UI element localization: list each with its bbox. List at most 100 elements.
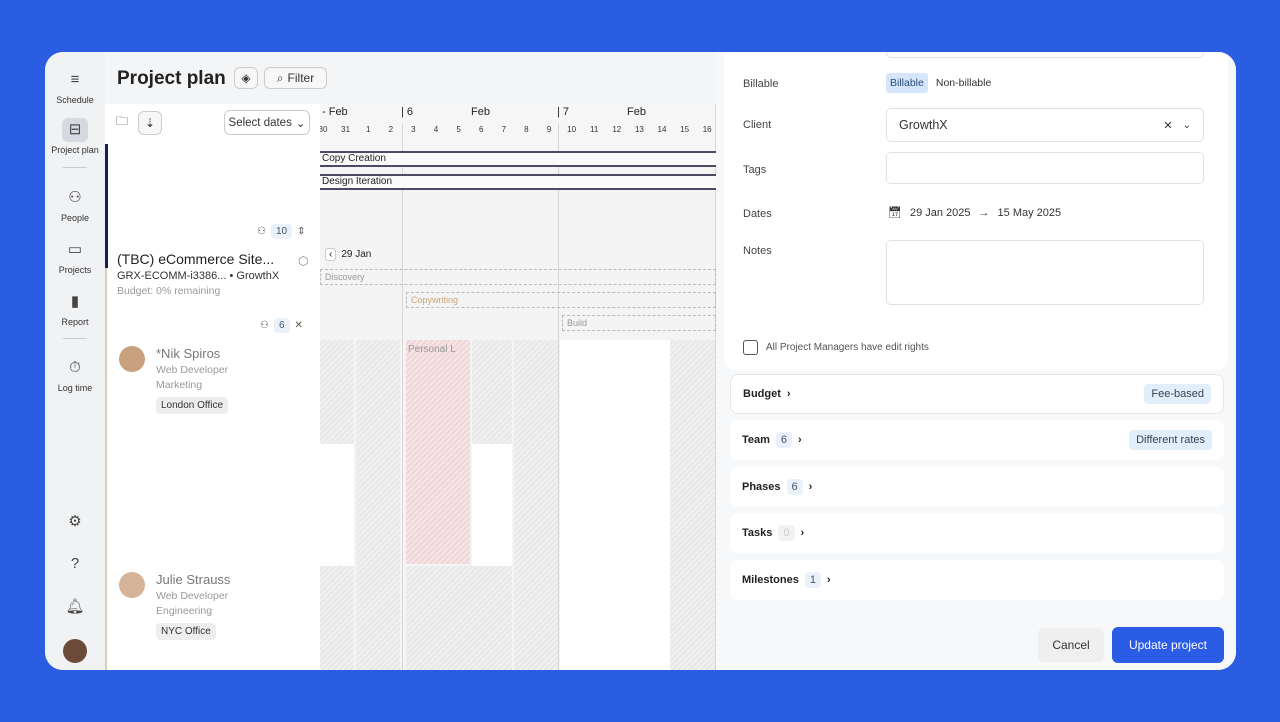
sort-icon: ⇣: [144, 116, 156, 130]
collapse-icon[interactable]: ✕: [295, 320, 303, 331]
day-label: 13: [634, 125, 644, 134]
section-milestones[interactable]: Milestones 1 ›: [730, 560, 1224, 600]
folder-icon: ▭: [67, 241, 83, 258]
day-label: 14: [657, 125, 667, 134]
day-label: 7: [501, 125, 507, 134]
unavailable-block: [356, 340, 400, 670]
week-divider: [402, 124, 403, 670]
update-project-button[interactable]: Update project: [1112, 627, 1224, 663]
sort-button[interactable]: ⇣: [138, 111, 162, 135]
available-block: [320, 444, 354, 566]
unavailable-block: [320, 566, 354, 670]
date-range[interactable]: 📅︎ 29 Jan 2025 → 15 May 2025: [888, 206, 1061, 220]
office-badge: NYC Office: [156, 623, 216, 640]
sidebar-item-log-time[interactable]: ⏱ Log time: [45, 356, 105, 393]
sidebar-item-schedule[interactable]: ≡ Schedule: [45, 68, 105, 105]
section-budget[interactable]: Budget › Fee-based: [730, 374, 1224, 414]
section-phases[interactable]: Phases 6 ›: [730, 467, 1224, 507]
chevron-left-icon[interactable]: ‹: [325, 248, 337, 261]
leave-label: Personal L: [408, 344, 456, 355]
divider: [63, 167, 87, 168]
day-label: 1: [365, 125, 371, 134]
sidebar-item-projects[interactable]: ▭ Projects: [45, 238, 105, 275]
chevron-down-icon[interactable]: ⌄: [1183, 120, 1191, 131]
unavailable-block: [514, 340, 558, 670]
billable-option[interactable]: Billable: [886, 73, 928, 93]
layers-button[interactable]: ◈: [234, 67, 258, 89]
back-to-start[interactable]: ‹ 29 Jan: [325, 248, 371, 261]
divider: [63, 338, 87, 339]
clear-icon[interactable]: ✕: [1163, 119, 1172, 132]
group-member-count[interactable]: ⚇ 10 ⇕: [257, 224, 305, 239]
unavailable-block: [320, 340, 354, 444]
phase-bar[interactable]: Build: [562, 315, 716, 331]
section-team[interactable]: Team 6 › Different rates: [730, 420, 1224, 460]
project-name[interactable]: (TBC) eCommerce Site...: [117, 251, 274, 267]
page-title: Project plan: [117, 68, 226, 89]
chevron-right-icon: ›: [786, 388, 791, 400]
non-billable-option[interactable]: Non-billable: [932, 73, 995, 93]
filter-button[interactable]: ⌕ Filter: [264, 67, 327, 89]
schedule-icon: ≡: [70, 71, 80, 88]
notes-textarea[interactable]: [886, 240, 1204, 305]
day-label: 15: [680, 125, 690, 134]
checkbox[interactable]: [743, 340, 758, 355]
chevron-right-icon: ›: [826, 574, 831, 586]
day-label: 3: [411, 125, 416, 134]
timeline-grid: - Feb | 6 Feb | 7 Feb 30 31 1 2 3 4 5 6 7 8 9 10 11 1…: [320, 104, 716, 670]
billable-toggle: Billable Non-billable: [886, 73, 995, 93]
user-avatar[interactable]: [63, 639, 87, 663]
team-member-count[interactable]: ⚇ 6 ✕: [260, 318, 303, 333]
client-select[interactable]: GrowthX ✕ ⌄: [886, 108, 1204, 142]
project-list-panel: 🗀 ⇣ Select dates ⌄ ⚇ 10 ⇕ (TBC) eCommerce S…: [105, 104, 320, 670]
app-window: ≡ Schedule ⊟ Project plan ⚇ People ▭ Project…: [45, 52, 1236, 670]
avatar: [119, 346, 145, 372]
project-status-icon: ⬡: [298, 254, 309, 268]
calendar-icon: 📅︎: [888, 207, 902, 219]
project-form: Billable Billable Non-billable Client Gr…: [724, 52, 1228, 370]
chevron-right-icon: ›: [808, 481, 813, 493]
project-color-strip: [105, 144, 108, 268]
project-plan-icon: ⊟: [62, 118, 88, 142]
cancel-button[interactable]: Cancel: [1038, 628, 1104, 662]
phase-bar[interactable]: Copywriting: [406, 292, 716, 308]
day-label: 11: [590, 125, 599, 134]
add-folder-button[interactable]: 🗀: [111, 111, 133, 133]
expand-icon[interactable]: ⇕: [297, 226, 305, 237]
sidebar-item-project-plan[interactable]: ⊟ Project plan: [45, 118, 105, 155]
tags-input[interactable]: [886, 152, 1204, 184]
phase-bar[interactable]: Discovery: [320, 269, 716, 285]
previous-field[interactable]: [886, 52, 1204, 58]
day-label: 10: [567, 125, 577, 134]
available-block: [560, 340, 670, 670]
unavailable-block: [670, 340, 715, 670]
week-label: Feb: [627, 106, 646, 118]
sidebar-item-report[interactable]: ▮ Report: [45, 290, 105, 327]
task-bar[interactable]: Copy Creation: [320, 151, 716, 167]
people-icon: ⚇: [257, 226, 266, 237]
notifications-button[interactable]: 🔔︎: [45, 595, 105, 622]
project-budget: Budget: 0% remaining: [117, 285, 221, 297]
settings-button[interactable]: ⚙: [45, 510, 105, 537]
project-color-strip: [105, 268, 107, 670]
day-label: 2: [388, 125, 394, 134]
day-label: 9: [546, 125, 552, 134]
day-label: 30: [320, 125, 328, 134]
bell-icon: 🔔︎: [65, 598, 85, 615]
chevron-right-icon: ›: [800, 527, 805, 539]
bar-chart-icon: ▮: [70, 293, 80, 310]
day-label: 16: [702, 125, 712, 134]
sidebar-item-people[interactable]: ⚇ People: [45, 186, 105, 223]
sidebar: ≡ Schedule ⊟ Project plan ⚇ People ▭ Project…: [45, 52, 105, 670]
leave-block[interactable]: [406, 340, 470, 564]
avatar: [119, 572, 145, 598]
help-button[interactable]: ?: [45, 552, 105, 579]
day-label: 6: [478, 125, 484, 134]
project-meta: GRX-ECOMM-i3386... • GrowthX: [117, 270, 280, 282]
select-dates-dropdown[interactable]: Select dates ⌄: [224, 110, 310, 135]
office-badge: London Office: [156, 397, 229, 414]
chevron-right-icon: ›: [798, 434, 802, 446]
section-tasks[interactable]: Tasks 0 ›: [730, 513, 1224, 553]
task-bar[interactable]: Design Iteration: [320, 174, 716, 190]
pm-edit-rights[interactable]: All Project Managers have edit rights: [743, 340, 929, 355]
